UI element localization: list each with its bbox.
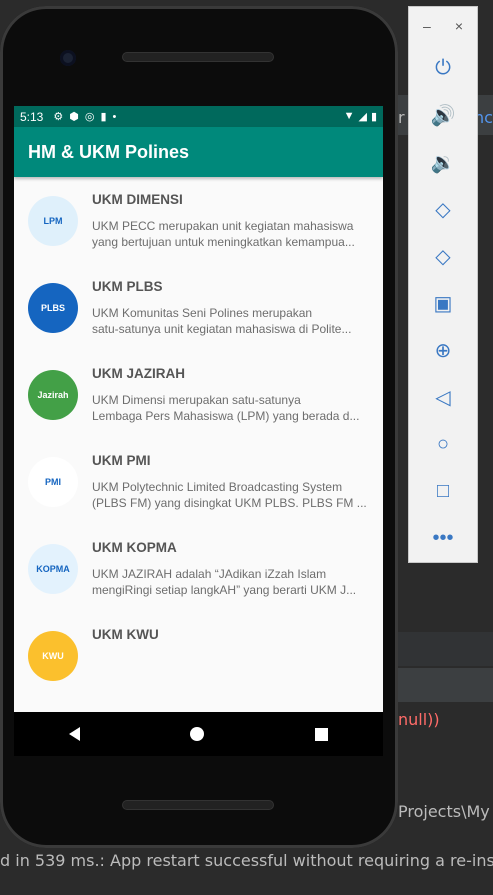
item-description-line-2: Lembaga Pers Mahasiswa (LPM) yang berada… bbox=[92, 409, 360, 423]
settings-icon: ⚙ bbox=[53, 111, 64, 123]
ukm-logo: KWU bbox=[28, 631, 78, 681]
battery-icon: ▮ bbox=[370, 111, 377, 123]
item-text: UKM JAZIRAH UKM Dimensi merupakan satu-sa… bbox=[92, 350, 367, 424]
item-text: UKM PLBS UKM Komunitas Seni Polines merup… bbox=[92, 263, 367, 337]
front-camera bbox=[60, 50, 76, 66]
close-button[interactable]: × bbox=[455, 18, 463, 34]
camera-icon[interactable]: ▣ bbox=[409, 280, 477, 327]
volume-up-icon[interactable]: 🔊 bbox=[409, 92, 477, 139]
item-title: UKM PMI bbox=[92, 453, 151, 468]
item-title: UKM DIMENSI bbox=[92, 192, 183, 207]
zoom-icon[interactable]: ⊕ bbox=[409, 327, 477, 374]
status-time: 5:13 bbox=[20, 109, 44, 124]
item-text: UKM PMI UKM Polytechnic Limited Broadcast… bbox=[92, 437, 367, 511]
ukm-list[interactable]: POLINESUKM RoboticsUKM Pengembangan Peng… bbox=[14, 177, 383, 718]
item-title: UKM KOPMA bbox=[92, 540, 177, 555]
home-icon[interactable]: ○ bbox=[409, 421, 477, 468]
rotate-right-icon[interactable]: ◇ bbox=[409, 233, 477, 280]
device-screen: 5:13 ⚙ ⬢ ◎ ▮ • ▼ ◢ ▮ HM & UKM Polines PO… bbox=[14, 106, 383, 754]
item-description-line-1: UKM Dimensi merupakan satu-satunya bbox=[92, 393, 301, 407]
status-bar: 5:13 ⚙ ⬢ ◎ ▮ • ▼ ◢ ▮ bbox=[14, 106, 383, 127]
signal-icon: ◢ bbox=[358, 111, 367, 123]
home-icon[interactable] bbox=[190, 727, 205, 741]
power-icon[interactable]: ⏻ bbox=[409, 45, 477, 92]
navigation-bar bbox=[14, 712, 383, 756]
ukm-logo: PMI bbox=[28, 457, 78, 507]
ukm-logo: LPM bbox=[28, 196, 78, 246]
back-icon[interactable] bbox=[69, 727, 81, 741]
item-description: UKM Dimensi merupakan satu-satunya Lembag… bbox=[92, 392, 367, 424]
list-item[interactable]: PMI UKM PMI UKM Polytechnic Limited Broadc… bbox=[14, 437, 383, 524]
sync-icon: ◎ bbox=[84, 111, 95, 123]
item-description: UKM Polytechnic Limited Broadcasting Sys… bbox=[92, 479, 367, 511]
list-item[interactable]: KOPMA UKM KOPMA UKM JAZIRAH adalah “JAdika… bbox=[14, 524, 383, 611]
ide-panel-strip-2 bbox=[393, 668, 493, 702]
ide-error-fragment: null)) bbox=[398, 710, 440, 729]
volume-down-icon[interactable]: 🔉 bbox=[409, 139, 477, 186]
item-description-line-2: mengiRingi setiap langkAH” yang berarti … bbox=[92, 583, 357, 597]
item-description-line-1: UKM Komunitas Seni Polines merupakan bbox=[92, 306, 313, 320]
list-item[interactable]: PLBS UKM PLBS UKM Komunitas Seni Polines m… bbox=[14, 263, 383, 350]
item-description bbox=[92, 653, 367, 685]
list-item[interactable]: KWU UKM KWU bbox=[14, 611, 383, 698]
rotate-left-icon[interactable]: ◇ bbox=[409, 186, 477, 233]
item-title: UKM KWU bbox=[92, 627, 159, 642]
recents-icon[interactable] bbox=[314, 727, 328, 741]
notification-dot: • bbox=[112, 110, 117, 123]
app-title: HM & UKM Polines bbox=[28, 141, 190, 162]
item-text: UKM DIMENSI UKM PECC merupakan unit kegia… bbox=[92, 177, 367, 250]
emulator-control-panel: – × ⏻ 🔊 🔉 ◇ ◇ ▣ ⊕ ◁ ○ □ ••• bbox=[408, 6, 478, 563]
list-item[interactable]: Jazirah UKM JAZIRAH UKM Dimensi merupakan … bbox=[14, 350, 383, 437]
ide-fragment-r: r bbox=[398, 108, 405, 127]
list-item[interactable]: LPM UKM DIMENSI UKM PECC merupakan unit ke… bbox=[14, 177, 383, 263]
shield-icon: ⬢ bbox=[69, 111, 79, 123]
ukm-logo: Jazirah bbox=[28, 370, 78, 420]
item-description-line-2: satu-satunya unit kegiatan mahasiswa di … bbox=[92, 322, 352, 336]
item-description: UKM Komunitas Seni Polines merupakan satu… bbox=[92, 305, 367, 337]
item-title: UKM JAZIRAH bbox=[92, 366, 185, 381]
item-description: UKM JAZIRAH adalah “JAdikan iZzah Islam m… bbox=[92, 566, 367, 598]
app-bar: HM & UKM Polines bbox=[14, 127, 383, 177]
bottom-speaker bbox=[122, 800, 274, 810]
item-description-line-1: UKM PECC merupakan unit kegiatan mahasis… bbox=[92, 219, 354, 233]
item-description-line-2: (PLBS FM) yang disingkat UKM PLBS. PLBS … bbox=[92, 496, 367, 510]
ide-panel-strip bbox=[393, 632, 493, 666]
ukm-logo: PLBS bbox=[28, 283, 78, 333]
earpiece-speaker bbox=[122, 52, 274, 62]
item-text: UKM KOPMA UKM JAZIRAH adalah “JAdikan iZz… bbox=[92, 524, 367, 598]
item-title: UKM PLBS bbox=[92, 279, 163, 294]
sd-card-icon: ▮ bbox=[100, 111, 107, 123]
back-icon[interactable]: ◁ bbox=[409, 374, 477, 421]
ide-console-line: d in 539 ms.: App restart successful wit… bbox=[0, 851, 493, 870]
more-icon[interactable]: ••• bbox=[409, 515, 477, 562]
item-description-line-1: UKM Polytechnic Limited Broadcasting Sys… bbox=[92, 480, 343, 494]
overview-icon[interactable]: □ bbox=[409, 468, 477, 515]
item-description-line-2: yang bertujuan untuk meningkatkan kemamp… bbox=[92, 235, 355, 249]
item-description: UKM PECC merupakan unit kegiatan mahasis… bbox=[92, 218, 367, 250]
wifi-icon: ▼ bbox=[343, 110, 355, 122]
panel-header: – × bbox=[409, 7, 477, 45]
ide-path-fragment: Projects\My bbox=[398, 802, 490, 821]
minimize-button[interactable]: – bbox=[423, 18, 431, 34]
item-description-line-1: UKM JAZIRAH adalah “JAdikan iZzah Islam bbox=[92, 567, 327, 581]
item-text: UKM KWU bbox=[92, 611, 367, 685]
ukm-logo: KOPMA bbox=[28, 544, 78, 594]
